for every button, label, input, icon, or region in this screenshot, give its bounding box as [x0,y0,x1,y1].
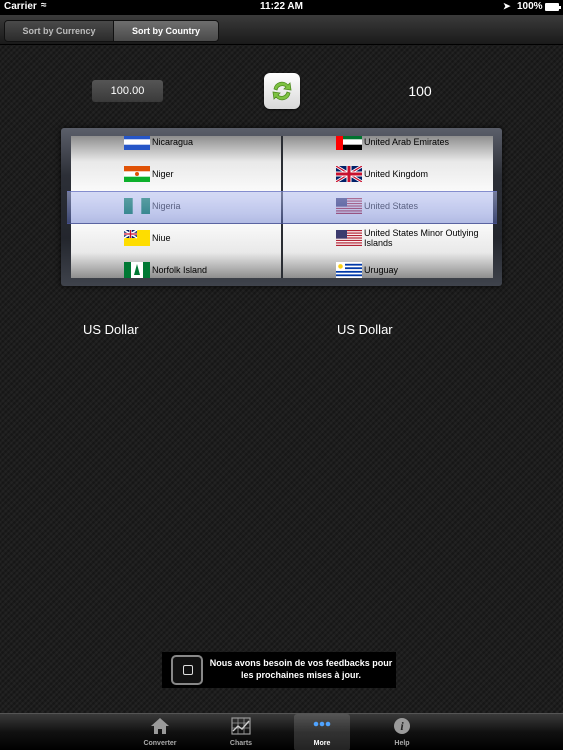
tab-converter[interactable]: Converter [132,714,188,750]
converted-result: 100 [408,83,432,99]
niue-flag-icon [124,230,150,246]
picker-row[interactable]: Nicaragua [71,136,281,158]
tab-label: Converter [143,740,177,747]
battery-icon [545,3,561,11]
amount-input[interactable] [92,80,163,102]
country-name: United Arab Emirates [364,137,450,147]
to-country-wheel[interactable]: United Arab Emirates United Kingdom Unit… [283,136,493,278]
uk-flag-icon [336,166,362,182]
norfolk-island-flag-icon [124,262,150,278]
picker-row[interactable]: Uruguay [283,254,493,278]
swap-icon [272,81,292,101]
to-currency-name: US Dollar [337,322,393,337]
country-name: Uruguay [364,265,399,275]
home-icon [151,718,169,734]
country-picker: Nicaragua Niger Nigeria Niue Norfolk Isl… [61,128,502,286]
tab-label: Help [394,740,410,747]
location-icon: ➤ [503,1,511,11]
status-bar: Carrier ≈ 11:22 AM ➤ 100% [0,0,563,15]
country-name: Nicaragua [152,137,194,147]
picker-row[interactable]: Niue [71,222,281,254]
nigeria-flag-icon [124,198,150,214]
from-country-wheel[interactable]: Nicaragua Niger Nigeria Niue Norfolk Isl… [71,136,281,278]
picker-row[interactable]: United Kingdom [283,158,493,190]
feedback-text: Nous avons besoin de vos feedbacks pour … [209,658,393,680]
sort-by-country-segment[interactable]: Sort by Country [113,21,218,41]
country-name: Niue [152,233,171,243]
country-name: United States Minor Outlying Islands [364,228,479,248]
tab-help[interactable]: i Help [374,714,430,750]
uruguay-flag-icon [336,262,362,278]
sort-by-code-segment[interactable]: Sort by Currency Code [5,21,113,41]
info-icon: i [394,718,410,734]
usa-minor-islands-flag-icon [336,230,362,246]
picker-row-selected[interactable]: United States [283,190,493,222]
country-name: United Kingdom [364,169,429,179]
tab-more[interactable]: More [294,714,350,750]
picker-row[interactable]: Niger [71,158,281,190]
sort-segmented-control: Sort by Currency Code Sort by Country [4,20,219,42]
clock: 11:22 AM [260,1,303,12]
picker-row[interactable]: Norfolk Island [71,254,281,278]
country-name: Nigeria [152,201,181,211]
tab-charts[interactable]: Charts [213,714,269,750]
feedback-icon [171,655,203,685]
tab-label: Charts [229,740,253,747]
tab-label: More [313,740,331,747]
tab-bar: Converter Charts More i Help [0,713,563,750]
more-dots-icon [313,721,331,727]
swap-currencies-button[interactable] [264,73,300,109]
chart-icon [231,717,251,735]
from-currency-name: US Dollar [83,322,139,337]
picker-row-selected[interactable]: Nigeria [71,190,281,222]
country-name: Niger [152,169,174,179]
picker-row[interactable]: United Arab Emirates [283,136,493,158]
nicaragua-flag-icon [124,136,150,150]
country-name: Norfolk Island [152,265,208,275]
toolbar: Sort by Currency Code Sort by Country [0,15,563,45]
picker-row[interactable]: United States Minor Outlying Islands [283,222,493,254]
usa-flag-icon [336,198,362,214]
uae-flag-icon [336,136,362,150]
battery-percent: 100% [517,1,543,12]
feedback-banner[interactable]: Nous avons besoin de vos feedbacks pour … [162,652,396,688]
country-name: United States [364,201,419,211]
niger-flag-icon [124,166,150,182]
